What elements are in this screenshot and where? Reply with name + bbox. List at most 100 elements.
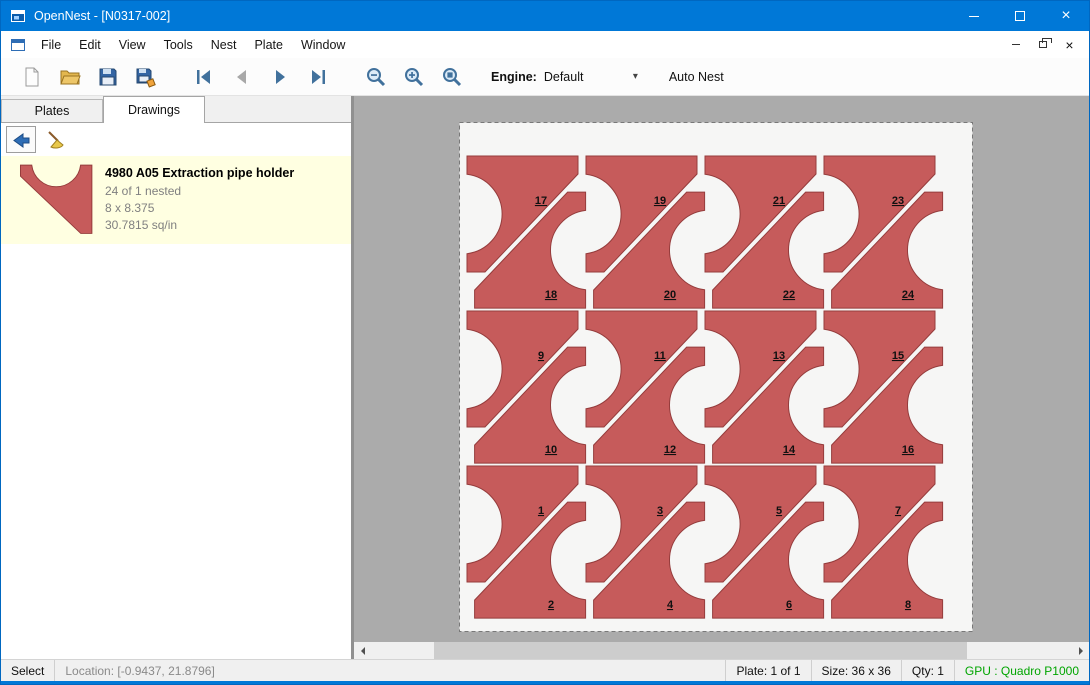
nest-canvas[interactable]: 171819202122232491011121314151612345678 bbox=[354, 96, 1089, 659]
titlebar: OpenNest - [N0317-002] × bbox=[1, 1, 1089, 31]
part-number-label: 24 bbox=[902, 289, 915, 301]
mdi-close-icon: × bbox=[1065, 38, 1073, 52]
clean-button[interactable] bbox=[41, 126, 71, 153]
status-gpu: GPU : Quadro P1000 bbox=[955, 660, 1089, 681]
save-icon bbox=[97, 66, 119, 88]
part-number-label: 16 bbox=[902, 444, 914, 456]
part-number-label: 12 bbox=[664, 444, 676, 456]
send-to-plates-button[interactable] bbox=[6, 126, 36, 153]
last-plate-icon bbox=[307, 66, 329, 88]
part-number-label: 7 bbox=[895, 505, 901, 517]
status-location: Location: [-0.9437, 21.8796] bbox=[55, 660, 224, 681]
status-qty: Qty: 1 bbox=[902, 660, 954, 681]
side-panel: Plates Drawings bbox=[1, 96, 351, 659]
tab-drawings[interactable]: Drawings bbox=[103, 96, 205, 123]
part-number-label: 9 bbox=[538, 350, 544, 362]
horizontal-scrollbar[interactable] bbox=[354, 642, 1089, 659]
part-number-label: 4 bbox=[667, 599, 674, 611]
scroll-thumb[interactable] bbox=[434, 642, 967, 659]
status-right-group: Plate: 1 of 1 Size: 36 x 36 Qty: 1 GPU :… bbox=[725, 660, 1089, 681]
previous-plate-button[interactable] bbox=[225, 62, 259, 92]
open-file-button[interactable] bbox=[53, 62, 87, 92]
part-number-label: 11 bbox=[654, 350, 666, 362]
zoom-out-button[interactable] bbox=[359, 62, 393, 92]
mdi-window-controls: × bbox=[1004, 35, 1089, 54]
part-number-label: 22 bbox=[783, 289, 795, 301]
last-plate-button[interactable] bbox=[301, 62, 335, 92]
engine-selected-value: Default bbox=[544, 70, 584, 84]
scroll-left-icon bbox=[357, 647, 365, 655]
menu-view[interactable]: View bbox=[110, 33, 155, 57]
engine-select[interactable]: Default ▾ bbox=[537, 66, 645, 88]
scroll-track[interactable] bbox=[371, 642, 1072, 659]
save-edit-button[interactable] bbox=[129, 62, 163, 92]
close-button[interactable]: × bbox=[1043, 1, 1089, 31]
drawing-area: 30.7815 sq/in bbox=[105, 217, 294, 234]
save-button[interactable] bbox=[91, 62, 125, 92]
part-number-label: 18 bbox=[545, 289, 557, 301]
menubar: File Edit View Tools Nest Plate Window × bbox=[1, 31, 1089, 58]
zoom-out-icon bbox=[365, 66, 387, 88]
panel-tabs: Plates Drawings bbox=[1, 96, 351, 123]
window-bottom-border bbox=[1, 681, 1089, 684]
menu-nest[interactable]: Nest bbox=[202, 33, 246, 57]
status-plate: Plate: 1 of 1 bbox=[726, 660, 810, 681]
part-number-label: 8 bbox=[905, 599, 911, 611]
mdi-restore-button[interactable] bbox=[1031, 35, 1054, 54]
part-number-label: 3 bbox=[657, 505, 663, 517]
part-number-label: 6 bbox=[786, 599, 792, 611]
scroll-left-button[interactable] bbox=[354, 642, 371, 659]
part-number-label: 10 bbox=[545, 444, 557, 456]
menu-tools[interactable]: Tools bbox=[155, 33, 202, 57]
zoom-fit-button[interactable] bbox=[435, 62, 469, 92]
minimize-icon bbox=[969, 16, 979, 17]
app-window: OpenNest - [N0317-002] × File Edit View … bbox=[0, 0, 1090, 685]
drawing-list-item[interactable]: 4980 A05 Extraction pipe holder 24 of 1 … bbox=[1, 156, 351, 244]
status-size: Size: 36 x 36 bbox=[812, 660, 901, 681]
nest-plate-svg: 171819202122232491011121314151612345678 bbox=[459, 122, 973, 632]
new-document-button[interactable] bbox=[15, 62, 49, 92]
broom-icon bbox=[46, 130, 66, 150]
drawing-info: 4980 A05 Extraction pipe holder 24 of 1 … bbox=[105, 166, 294, 234]
zoom-in-icon bbox=[403, 66, 425, 88]
mdi-minimize-button[interactable] bbox=[1004, 35, 1027, 54]
blue-arrow-left-icon bbox=[11, 130, 31, 150]
document-icon bbox=[10, 37, 26, 53]
auto-nest-button[interactable]: Auto Nest bbox=[661, 65, 732, 89]
previous-plate-icon bbox=[231, 66, 253, 88]
part-thumbnail-icon bbox=[17, 164, 97, 236]
zoom-in-button[interactable] bbox=[397, 62, 431, 92]
first-plate-icon bbox=[193, 66, 215, 88]
drawing-thumbnail bbox=[9, 164, 105, 236]
next-plate-button[interactable] bbox=[263, 62, 297, 92]
menu-window[interactable]: Window bbox=[292, 33, 354, 57]
menu-file[interactable]: File bbox=[32, 33, 70, 57]
chevron-down-icon: ▾ bbox=[633, 71, 638, 82]
part-number-label: 23 bbox=[892, 195, 904, 207]
drawings-toolbar bbox=[1, 123, 351, 156]
first-plate-button[interactable] bbox=[187, 62, 221, 92]
part-number-label: 15 bbox=[892, 350, 904, 362]
scroll-right-button[interactable] bbox=[1072, 642, 1089, 659]
part-number-label: 1 bbox=[538, 505, 544, 517]
engine-label: Engine: bbox=[491, 70, 537, 84]
mdi-close-button[interactable]: × bbox=[1058, 35, 1081, 54]
menu-edit[interactable]: Edit bbox=[70, 33, 110, 57]
maximize-button[interactable] bbox=[997, 1, 1043, 31]
main-toolbar: Engine: Default ▾ Auto Nest bbox=[1, 58, 1089, 96]
mdi-restore-icon bbox=[1039, 41, 1047, 48]
part-number-label: 17 bbox=[535, 195, 547, 207]
maximize-icon bbox=[1015, 11, 1025, 21]
part-number-label: 14 bbox=[783, 444, 796, 456]
drawing-title: 4980 A05 Extraction pipe holder bbox=[105, 166, 294, 180]
part-number-label: 19 bbox=[654, 195, 666, 207]
caption-buttons: × bbox=[951, 1, 1089, 31]
statusbar: Select Location: [-0.9437, 21.8796] Plat… bbox=[1, 659, 1089, 681]
part-number-label: 5 bbox=[776, 505, 782, 517]
tab-plates[interactable]: Plates bbox=[1, 99, 103, 122]
menu-plate[interactable]: Plate bbox=[245, 33, 292, 57]
part-number-label: 2 bbox=[548, 599, 554, 611]
minimize-button[interactable] bbox=[951, 1, 997, 31]
zoom-fit-icon bbox=[441, 66, 463, 88]
part-number-label: 20 bbox=[664, 289, 676, 301]
